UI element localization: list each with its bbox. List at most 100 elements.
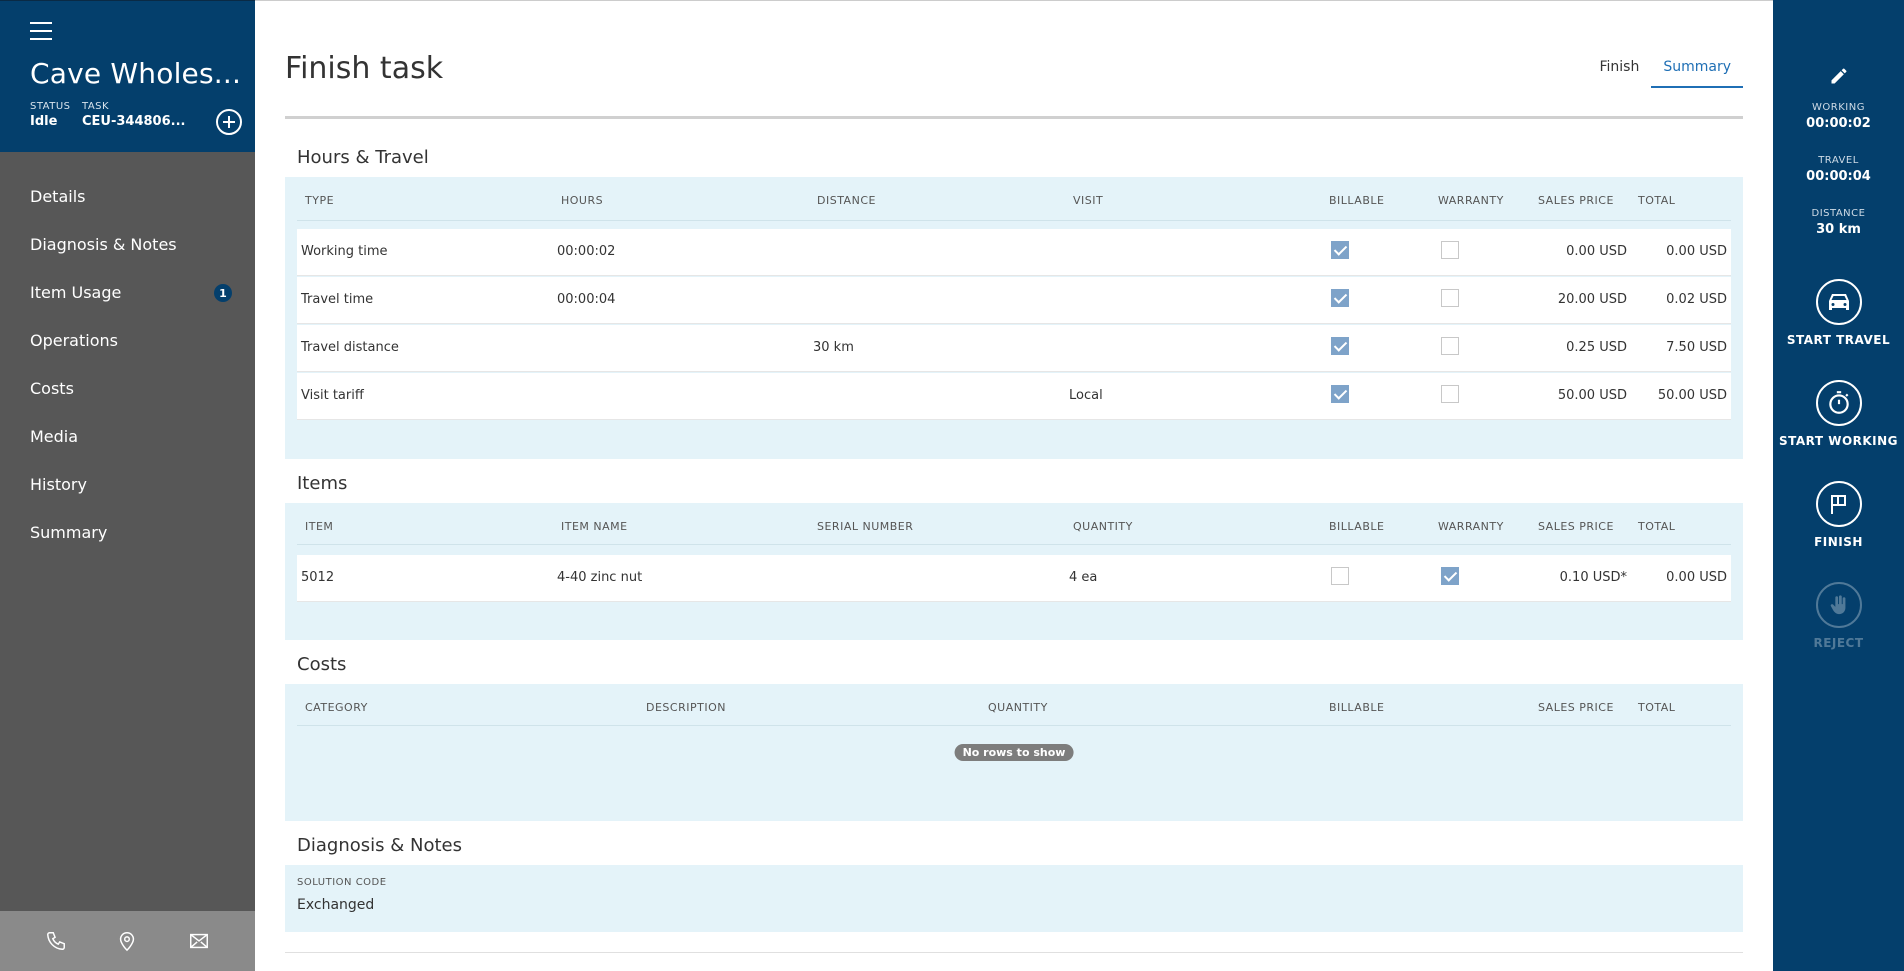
- header-divider: [297, 725, 1731, 726]
- left-sidebar: Cave Wholes... STATUS Idle TASK CEU-3448…: [0, 0, 255, 971]
- table-row[interactable]: Travel time 00:00:04 20.00 USD 0.02 USD: [297, 277, 1731, 324]
- right-action-bar: WORKING 00:00:02 TRAVEL 00:00:04 DISTANC…: [1773, 0, 1904, 971]
- item-usage-count-badge: 1: [214, 284, 232, 302]
- hours-cell: 00:00:02: [557, 244, 616, 259]
- no-rows-message: No rows to show: [954, 744, 1074, 761]
- solution-code-value: Exchanged: [297, 897, 375, 913]
- sidebar-item-label: Item Usage: [30, 282, 122, 302]
- billable-checkbox[interactable]: [1331, 241, 1349, 259]
- travel-value: 00:00:04: [1806, 169, 1871, 184]
- phone-icon[interactable]: [36, 921, 76, 961]
- title-divider: [285, 116, 1743, 119]
- billable-checkbox[interactable]: [1331, 385, 1349, 403]
- table-row[interactable]: Travel distance 30 km 0.25 USD 7.50 USD: [297, 325, 1731, 372]
- item-cell: 5012: [301, 570, 335, 585]
- add-circle-icon[interactable]: [216, 109, 242, 135]
- sidebar-item-diagnosis-notes[interactable]: Diagnosis & Notes: [0, 220, 255, 268]
- sidebar-item-media[interactable]: Media: [0, 412, 255, 460]
- warranty-checkbox[interactable]: [1441, 289, 1459, 307]
- table-row[interactable]: 5012 4-40 zinc nut 4 ea 0.10 USD* 0.00 U…: [297, 555, 1731, 602]
- warranty-checkbox[interactable]: [1441, 567, 1459, 585]
- column-header: TOTAL: [1638, 520, 1676, 533]
- column-header: DESCRIPTION: [646, 701, 726, 714]
- working-value: 00:00:02: [1806, 116, 1871, 131]
- hours-travel-title: Hours & Travel: [297, 147, 429, 168]
- start-travel-button[interactable]: START TRAVEL: [1773, 279, 1904, 347]
- total-cell: 0.02 USD: [1666, 292, 1727, 307]
- sidebar-item-item-usage[interactable]: Item Usage 1: [0, 268, 255, 316]
- table-row[interactable]: Working time 00:00:02 0.00 USD 0.00 USD: [297, 229, 1731, 276]
- total-cell: 7.50 USD: [1666, 340, 1727, 355]
- mail-icon[interactable]: [179, 921, 219, 961]
- sidebar-item-label: Costs: [30, 378, 74, 398]
- billable-checkbox[interactable]: [1331, 337, 1349, 355]
- solution-code-label: SOLUTION CODE: [297, 877, 387, 888]
- sales-price-cell: 0.10 USD*: [1559, 570, 1627, 585]
- finish-button[interactable]: FINISH: [1773, 481, 1904, 549]
- location-pin-icon[interactable]: [107, 921, 147, 961]
- items-title: Items: [297, 473, 348, 494]
- tab-finish[interactable]: Finish: [1587, 55, 1651, 88]
- warranty-checkbox[interactable]: [1441, 241, 1459, 259]
- hours-travel-panel: TYPE HOURS DISTANCE VISIT BILLABLE WARRA…: [285, 177, 1743, 459]
- billable-checkbox[interactable]: [1331, 567, 1349, 585]
- sidebar-item-operations[interactable]: Operations: [0, 316, 255, 364]
- column-header: WARRANTY: [1438, 194, 1504, 207]
- billable-checkbox[interactable]: [1331, 289, 1349, 307]
- items-panel: ITEM ITEM NAME SERIAL NUMBER QUANTITY BI…: [285, 503, 1743, 640]
- sidebar-item-label: Summary: [30, 522, 108, 542]
- tab-summary[interactable]: Summary: [1651, 55, 1743, 88]
- column-header: SALES PRICE: [1538, 520, 1614, 533]
- sales-price-cell: 0.25 USD: [1566, 340, 1627, 355]
- column-header: TOTAL: [1638, 701, 1676, 714]
- total-cell: 0.00 USD: [1666, 244, 1727, 259]
- tab-bar: Finish Summary: [1587, 55, 1743, 88]
- working-label: WORKING: [1812, 102, 1865, 113]
- column-header: DISTANCE: [817, 194, 876, 207]
- diagnosis-title: Diagnosis & Notes: [297, 835, 462, 856]
- sidebar-item-summary[interactable]: Summary: [0, 508, 255, 556]
- distance-stat: DISTANCE 30 km: [1773, 208, 1904, 237]
- column-header: TOTAL: [1638, 194, 1676, 207]
- contact-footer: [0, 911, 255, 971]
- sidebar-item-costs[interactable]: Costs: [0, 364, 255, 412]
- sales-price-cell: 0.00 USD: [1566, 244, 1627, 259]
- column-header: VISIT: [1073, 194, 1104, 207]
- status-value: Idle: [30, 114, 58, 129]
- edit-pencil-icon[interactable]: [1829, 66, 1849, 86]
- travel-label: TRAVEL: [1818, 155, 1859, 166]
- flag-icon: [1815, 481, 1862, 527]
- column-header: CATEGORY: [305, 701, 368, 714]
- status-label: STATUS: [30, 101, 71, 112]
- visit-cell: Local: [1069, 388, 1103, 403]
- column-header: BILLABLE: [1329, 520, 1385, 533]
- hand-icon: [1815, 582, 1862, 628]
- sidebar-item-label: Media: [30, 426, 79, 446]
- distance-label: DISTANCE: [1811, 208, 1866, 219]
- customer-title: Cave Wholes...: [30, 57, 242, 90]
- sidebar-item-history[interactable]: History: [0, 460, 255, 508]
- warranty-checkbox[interactable]: [1441, 385, 1459, 403]
- page-title: Finish task: [285, 51, 444, 86]
- start-working-button[interactable]: START WORKING: [1773, 380, 1904, 448]
- item-name-cell: 4-40 zinc nut: [557, 570, 643, 585]
- start-working-label: START WORKING: [1778, 434, 1899, 448]
- header-divider: [297, 220, 1731, 221]
- sidebar-item-details[interactable]: Details: [0, 172, 255, 220]
- column-header: ITEM: [305, 520, 334, 533]
- reject-button[interactable]: REJECT: [1773, 582, 1904, 650]
- sales-price-cell: 20.00 USD: [1557, 292, 1627, 307]
- distance-value: 30 km: [1816, 222, 1861, 237]
- quantity-cell: 4 ea: [1069, 570, 1098, 585]
- warranty-checkbox[interactable]: [1441, 337, 1459, 355]
- column-header: SERIAL NUMBER: [817, 520, 914, 533]
- costs-panel: CATEGORY DESCRIPTION QUANTITY BILLABLE S…: [285, 684, 1743, 821]
- table-row[interactable]: Visit tariff Local 50.00 USD 50.00 USD: [297, 373, 1731, 420]
- start-travel-label: START TRAVEL: [1786, 333, 1891, 347]
- hamburger-menu-icon[interactable]: [30, 22, 52, 40]
- main-content: Finish task Finish Summary Hours & Trave…: [255, 0, 1773, 971]
- travel-stat: TRAVEL 00:00:04: [1773, 155, 1904, 184]
- task-header: Cave Wholes... STATUS Idle TASK CEU-3448…: [0, 0, 255, 152]
- header-divider: [297, 544, 1731, 545]
- column-header: ITEM NAME: [561, 520, 628, 533]
